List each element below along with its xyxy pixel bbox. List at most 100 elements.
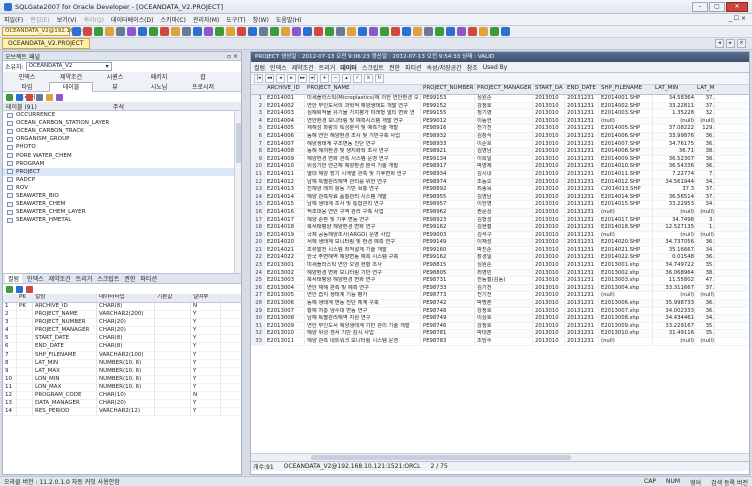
tab-close-button[interactable]: × [737, 39, 746, 48]
data-grid-row[interactable]: 22 E2014022 한국 주변해역 해양변동 예측 시스템 구축 PE99162 장… [251, 254, 749, 263]
data-grid-cell[interactable]: 20131231 [565, 148, 599, 155]
data-grid-cell[interactable]: 2013010 [533, 95, 565, 102]
data-grid-cell[interactable]: 20131231 [565, 132, 599, 140]
data-grid-cell[interactable]: (null) [653, 117, 695, 125]
data-grid-cell[interactable]: 20131231 [565, 155, 599, 163]
data-grid-cell[interactable]: PE98746 [421, 322, 475, 330]
data-grid-row[interactable]: 26 E2013004 연안 재해 관측 및 예측 연구 PE98733 김기천 2013… [251, 284, 749, 293]
data-grid-cell[interactable]: 20131231 [565, 330, 599, 337]
data-grid-cell[interactable]: E2014018.SHP [599, 224, 653, 231]
editor-tab[interactable]: 참조 [467, 63, 478, 72]
data-grid-cell[interactable]: 해양 순환 및 기후 변동 연구 [305, 216, 421, 224]
data-grid-cell[interactable]: E2013002.shp [599, 269, 653, 277]
toolbar-tool-icon[interactable] [424, 27, 433, 36]
data-grid-cell[interactable]: E2013005 [265, 292, 305, 300]
data-grid-cell[interactable]: E2014007.SHP [599, 140, 653, 148]
data-grid-row[interactable]: 14 E2014014 해양 관측자료 품질관리 시스템 개발 PE98955 김영남 2… [251, 193, 749, 202]
column-grid-row[interactable]: 3 PROJECT_NUMBER CHAR(20) Y [3, 319, 241, 328]
data-grid-cell[interactable]: 이재성 [475, 239, 533, 246]
data-grid-cell[interactable]: 37. [695, 284, 715, 292]
toolbar-tool-icon[interactable] [171, 27, 180, 36]
data-grid-header-cell[interactable]: LAT_M [695, 85, 715, 94]
editor-tab[interactable]: 데이터 [340, 63, 357, 72]
data-grid-cell[interactable]: PE98742 [421, 300, 475, 307]
data-grid-cell[interactable]: E2013011 [265, 338, 305, 345]
data-grid-cell[interactable]: 34.002333 [653, 307, 695, 315]
data-grid-cell[interactable]: (null) [653, 231, 695, 239]
toolbar-tool-icon[interactable] [83, 27, 92, 36]
data-grid-cell[interactable]: 2013010 [533, 140, 565, 148]
data-grid-cell[interactable]: 20131231 [565, 246, 599, 254]
toolbar-tool-icon[interactable] [391, 27, 400, 36]
data-grid-cell[interactable]: E2013003.shp [599, 277, 653, 284]
data-grid-cell[interactable]: 20131231 [565, 186, 599, 193]
data-grid-cell[interactable]: 36. [695, 132, 715, 140]
data-grid-cell[interactable]: PE99153 [421, 95, 475, 102]
menu-item[interactable]: 파일(F) [4, 15, 23, 24]
object-tab[interactable]: 프로시저 [181, 82, 225, 92]
menu-item[interactable]: 편집(E) [30, 15, 50, 24]
data-grid-cell[interactable]: 한국 주변해역 해양변동 예측 시스템 구축 [305, 254, 421, 262]
menu-item[interactable]: 도움말(H) [276, 15, 302, 24]
data-grid-cell[interactable]: 2013010 [533, 307, 565, 315]
toolbar-tool-icon[interactable] [138, 27, 147, 36]
data-grid-cell[interactable]: 35.16667 [653, 246, 695, 254]
data-grid-header-cell[interactable]: ARCHIVE_ID [265, 85, 305, 94]
data-grid-cell[interactable]: E2013008.shp [599, 315, 653, 322]
data-grid-cell[interactable]: 34. [695, 315, 715, 322]
data-grid-row[interactable]: 10 E2014010 위성기반 연근해 해양환경 분석 기술 개발 PE98917 박… [251, 163, 749, 171]
data-grid-cell[interactable]: 20131231 [565, 300, 599, 307]
data-grid-cell[interactable]: 권문상 [475, 208, 533, 216]
data-grid-cell[interactable]: E2014001 [265, 95, 305, 102]
toolbar-tool-icon[interactable] [237, 27, 246, 36]
data-grid-cell[interactable]: 37. [695, 193, 715, 201]
data-grid-cell[interactable]: E2014005 [265, 125, 305, 132]
add-icon[interactable] [16, 93, 23, 101]
scroll-thumb[interactable] [236, 123, 241, 163]
column-grid-row[interactable]: 2 PROJECT_NAME VARCHAR2(200) Y [3, 311, 241, 320]
data-grid-cell[interactable]: 해양환경 변화 관측 시스템 운영 연구 [305, 155, 421, 163]
table-list-item[interactable]: SEAWATER_CHEM [3, 200, 241, 208]
data-grid-cell[interactable]: 전동철(김동) [475, 277, 533, 284]
data-grid-cell[interactable]: 20131231 [565, 284, 599, 292]
data-grid-cell[interactable]: 20131231 [565, 208, 599, 216]
column-grid-row[interactable]: 9 LAT_MAX NUMBER(10, 6) Y [3, 367, 241, 376]
data-grid-row[interactable]: 16 E2014016 적조대응 연안 구역 관리 구축 사업 PE98962 권문상 2… [251, 208, 749, 217]
data-grid-cell[interactable]: E2014012.SHP [599, 178, 653, 186]
data-grid-cell[interactable]: 20131231 [565, 315, 599, 322]
data-grid-cell[interactable]: E2013004.shp [599, 284, 653, 292]
data-grid-cell[interactable]: E2014016 [265, 208, 305, 216]
data-grid-cell[interactable]: E2014003.SHP [599, 110, 653, 117]
data-grid-hscrollbar[interactable] [251, 453, 749, 461]
tab-prev-button[interactable]: ◂ [715, 39, 724, 48]
object-tab[interactable]: 패키지 [137, 72, 181, 82]
toolbar-tool-icon[interactable] [127, 27, 136, 36]
data-grid-cell[interactable]: 강정호 [475, 322, 533, 330]
data-grid-cell[interactable]: E2013003 [265, 277, 305, 284]
data-grid-cell[interactable]: 7. [695, 170, 715, 178]
data-grid-cell[interactable]: E2013004 [265, 284, 305, 292]
data-grid-header-cell[interactable] [251, 85, 265, 94]
data-grid-cell[interactable]: 2013010 [533, 262, 565, 269]
data-grid-cell[interactable]: PE99149 [421, 239, 475, 246]
data-grid-cell[interactable]: 동해 연안 해양환경 조사 및 기반구축 사업 [305, 132, 421, 140]
data-grid-cell[interactable]: 박명훈 [475, 300, 533, 307]
data-grid-cell[interactable]: 해양 관측자료 품질관리 시스템 개발 [305, 193, 421, 201]
menu-item[interactable]: 보기(V) [57, 15, 77, 24]
column-panel-tab[interactable]: 인덱스 [27, 274, 44, 283]
data-grid-cell[interactable]: 34.561944 [653, 178, 695, 186]
data-grid-cell[interactable]: PE98916 [421, 125, 475, 132]
column-grid-row[interactable]: 6 END_DATE CHAR(8) Y [3, 343, 241, 352]
data-grid-cell[interactable]: 동해 생태계 변동 진단 체계 구축 [305, 300, 421, 307]
data-grid-cell[interactable]: 전기천 [475, 125, 533, 132]
data-grid-cell[interactable]: 20131231 [565, 322, 599, 330]
data-grid-cell[interactable]: PE98805 [421, 269, 475, 277]
refresh-icon[interactable] [6, 93, 13, 101]
data-grid-cell[interactable]: 20131231 [565, 117, 599, 125]
table-list-item[interactable]: SEAWATER_BIO [3, 192, 241, 200]
data-grid-cell[interactable]: E2014019 [265, 231, 305, 239]
data-grid-cell[interactable]: E2014001.SHP [599, 95, 653, 102]
column-panel-tab[interactable]: 트리거 [76, 274, 93, 283]
column-grid-row[interactable]: 14 RES_PERIOD VARCHAR2(12) Y [3, 408, 241, 417]
data-grid-cell[interactable]: E2014005.SHP [599, 125, 653, 132]
